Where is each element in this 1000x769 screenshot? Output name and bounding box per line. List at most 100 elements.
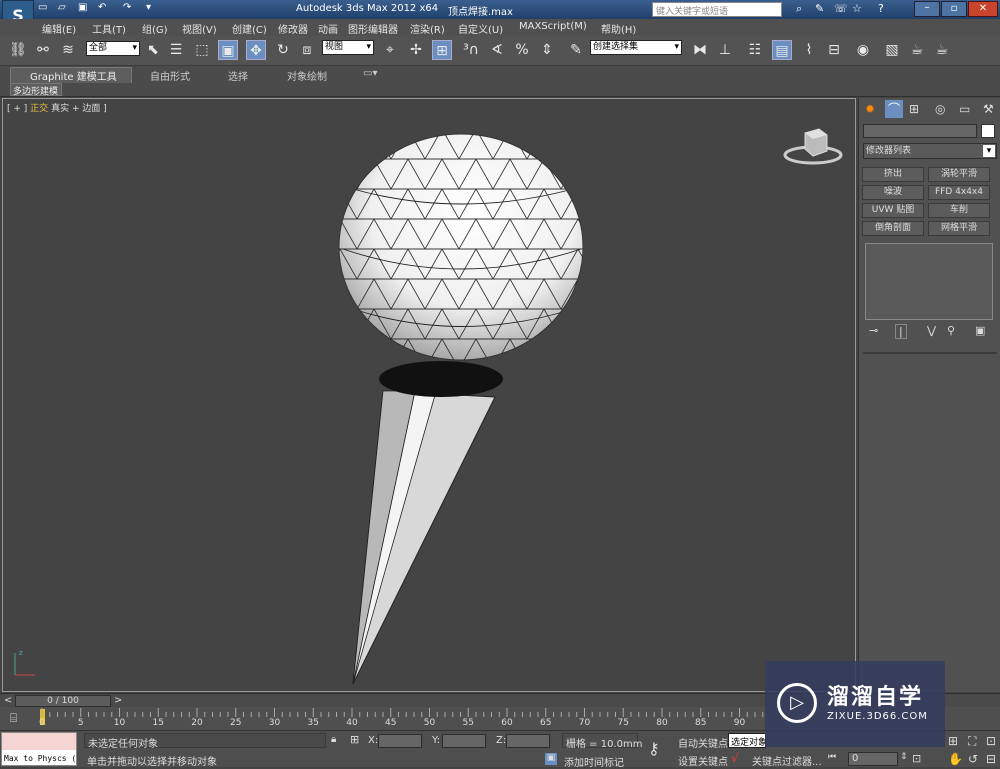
communication-icon[interactable]: ☏ [834,2,848,15]
redo-icon[interactable]: ↷ [123,2,131,13]
auto-key-button[interactable]: 自动关键点 [678,735,728,750]
curve-editor-icon[interactable]: ⌇ [799,40,819,60]
search-icon[interactable]: ⌕ [796,2,802,16]
render-icon[interactable]: ☕ [932,40,952,60]
open-file-icon[interactable]: ▱ [58,2,66,13]
spinner-snap-icon[interactable]: ⇕ [537,40,557,60]
tab-freeform[interactable]: 自由形式 [150,68,190,83]
arc-rotate-icon[interactable]: ↺ [968,752,978,766]
select-scale-icon[interactable]: ⧈ [297,40,317,60]
subscription-icon[interactable]: ✎ [815,2,824,15]
create-tab-icon[interactable]: ✹ [865,102,875,116]
remove-modifier-icon[interactable]: ⚲ [947,324,955,337]
tab-object-paint[interactable]: 对象绘制 [287,68,327,83]
pin-stack-icon[interactable]: ⊸ [869,324,878,337]
link-icon[interactable]: ⛓ [8,40,28,60]
viewcube[interactable] [783,123,843,168]
current-frame-field[interactable]: 0 [848,752,898,766]
modifier-meshsmooth-button[interactable]: 网格平滑 [928,221,990,236]
modifier-uvw-map-button[interactable]: UVW 贴图 [862,203,924,218]
window-crossing-icon[interactable]: ▣ [218,40,238,60]
search-input[interactable]: 键入关键字或短语 [656,4,728,17]
tab-graphite-label[interactable]: Graphite 建模工具 [30,68,117,83]
menu-tools[interactable]: 工具(T) [92,21,126,36]
align-icon[interactable]: ⊥ [715,40,735,60]
select-rotate-icon[interactable]: ↻ [273,40,293,60]
menu-maxscript[interactable]: MAXScript(M) [519,21,587,32]
graphite-toggle-icon[interactable]: ▤ [772,40,792,60]
viewport-view-name[interactable]: 正交 [30,104,48,114]
minimize-button[interactable]: – [914,1,940,17]
reference-coord-dropdown[interactable]: 视图 ▾ [322,40,374,55]
maximize-viewport-icon[interactable]: ⊟ [986,752,996,766]
time-tag-icon[interactable]: ▣ [545,753,557,765]
object-color-swatch[interactable] [981,124,995,138]
modifier-lathe-button[interactable]: 车削 [928,203,990,218]
motion-tab-icon[interactable]: ◎ [935,102,945,116]
bind-space-warp-icon[interactable]: ≋ [58,40,78,60]
material-editor-icon[interactable]: ◉ [853,40,873,60]
customize-qat-icon[interactable]: ▾ [146,2,151,13]
close-button[interactable]: ✕ [968,1,998,17]
time-config-icon[interactable]: ⊡ [912,752,921,765]
viewport-shading[interactable]: 真实 [51,104,69,114]
mini-curve-editor-icon[interactable]: ⌸ [10,711,17,726]
key-mode-dropdown[interactable]: 选定对象 [728,733,766,748]
schematic-view-icon[interactable]: ⊟ [824,40,844,60]
keyboard-shortcut-toggle-icon[interactable]: ⊞ [432,40,452,60]
snaps-toggle-icon[interactable]: ³∩ [461,40,481,60]
select-move-icon[interactable]: ✥ [246,40,266,60]
time-prev-icon[interactable]: < [4,695,12,706]
unlink-icon[interactable]: ⚯ [33,40,53,60]
named-selection-dropdown[interactable]: 创建选择集 ▾ [590,40,682,55]
percent-snap-icon[interactable]: % [512,40,532,60]
search-box[interactable]: 键入关键字或短语 [652,2,782,17]
pan-hand-icon[interactable]: ✋ [948,752,963,766]
show-end-result-icon[interactable]: | [895,324,907,339]
object-name-field[interactable] [863,124,977,138]
modifier-ffd-button[interactable]: FFD 4x4x4 [928,185,990,200]
menu-graph-editors[interactable]: 图形编辑器 [348,21,398,36]
mirror-icon[interactable]: ⧓ [690,40,710,60]
track-ruler[interactable]: 0 5 10 15 20 25 30 35 40 45 50 55 60 65 70 75 80 85 90 [38,707,768,729]
modifier-stack-list[interactable] [865,243,993,320]
select-object-icon[interactable]: ⬉ [143,40,163,60]
new-file-icon[interactable]: ▭ [38,2,47,13]
time-slider-thumb[interactable]: 0 / 100 [15,695,111,707]
z-coordinate-field[interactable] [506,734,550,748]
menu-edit[interactable]: 编辑(E) [42,21,76,36]
angle-snap-icon[interactable]: ∢ [487,40,507,60]
time-next-icon[interactable]: > [114,695,122,706]
modifier-list-dropdown[interactable]: 修改器列表 ▾ [863,143,997,159]
maximize-button[interactable]: ▫ [941,1,967,17]
orbit-icon[interactable]: ⊡ [986,734,996,748]
render-setup-icon[interactable]: ▧ [882,40,902,60]
frame-spinner-icon[interactable]: ⇕ [900,752,908,762]
viewport-edged-faces[interactable]: 边面 ] [82,104,106,114]
set-key-button[interactable]: 设置关键点 [678,753,728,768]
menu-customize[interactable]: 自定义(U) [458,21,503,36]
ribbon-options-icon[interactable]: ▭▾ [363,68,377,79]
layer-manager-icon[interactable]: ☷ [745,40,765,60]
zoom-extents-icon[interactable]: ⊞ [948,734,958,748]
menu-rendering[interactable]: 渲染(R) [410,21,445,36]
display-tab-icon[interactable]: ▭ [959,102,970,116]
modifier-turbosmooth-button[interactable]: 涡轮平滑 [928,167,990,182]
menu-create[interactable]: 创建(C) [232,21,267,36]
mesh-model[interactable] [323,129,593,689]
selection-filter-dropdown[interactable]: 全部 ▾ [86,41,140,56]
maxscript-listener[interactable]: Max to Physcs ( [1,732,77,766]
pivot-center-icon[interactable]: ⌖ [380,40,400,60]
menu-views[interactable]: 视图(V) [182,21,217,36]
polygon-modeling-label[interactable]: 多边形建模 [13,84,58,97]
key-icon[interactable]: ⚷ [648,739,660,758]
rendered-frame-icon[interactable]: ☕ [907,40,927,60]
help-icon[interactable]: ? [878,2,884,15]
goto-start-icon[interactable]: ⏮ [828,752,836,762]
key-filters-button[interactable]: 关键点过滤器... [752,753,822,768]
menu-group[interactable]: 组(G) [142,21,168,36]
select-manipulate-icon[interactable]: ✢ [406,40,426,60]
undo-icon[interactable]: ↶ [98,2,106,13]
viewport-menu[interactable]: [ + ] [7,104,27,114]
menu-help[interactable]: 帮助(H) [601,21,636,36]
